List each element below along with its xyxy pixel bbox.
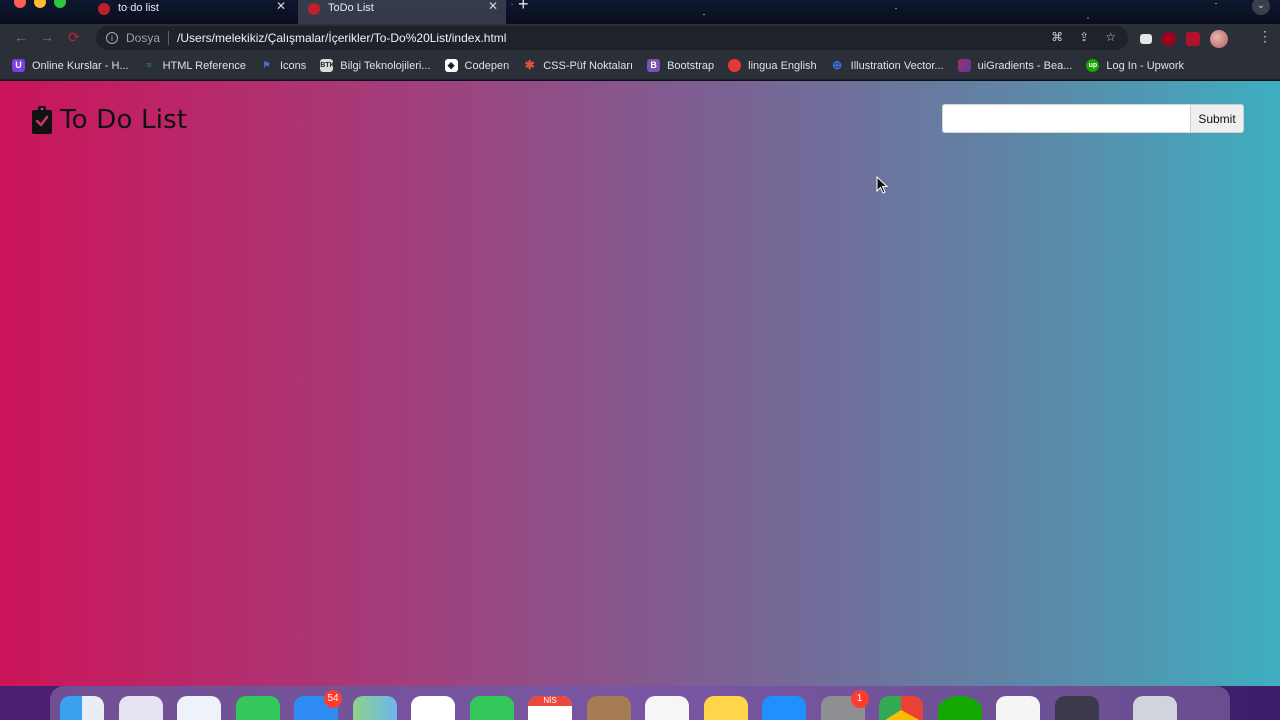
bookmark-item[interactable]: ✱ CSS-Püf Noktaları	[523, 59, 633, 72]
address-actions: ⌘ ⇪ ☆	[1051, 30, 1116, 44]
mail-badge: 54	[324, 690, 342, 708]
bookmark-item[interactable]: up Log In - Upwork	[1086, 59, 1184, 72]
messages-icon[interactable]	[235, 696, 280, 720]
tab-label: ToDo List	[328, 2, 374, 14]
address-bar[interactable]: i Dosya /Users/melekikiz/Çalışmalar/İçer…	[96, 26, 1128, 50]
notes-icon[interactable]	[703, 696, 748, 720]
page-title: To Do List	[60, 105, 188, 135]
bookmarks-bar: U Online Kurslar - H... ≈ HTML Reference…	[0, 52, 1280, 80]
bookmark-star-icon[interactable]: ☆	[1105, 30, 1116, 44]
mail-icon[interactable]: 54	[294, 690, 342, 720]
bookmark-item[interactable]: lingua English	[728, 59, 817, 72]
upwork-app-icon[interactable]	[937, 696, 982, 720]
photos-icon[interactable]	[411, 696, 455, 720]
bookmark-item[interactable]: ⊕ Illustration Vector...	[831, 58, 944, 72]
bookmark-label: lingua English	[748, 59, 817, 72]
trash-icon[interactable]	[1133, 696, 1177, 720]
address-url[interactable]: /Users/melekikiz/Çalışmalar/İçerikler/To…	[177, 31, 506, 45]
close-window-button[interactable]	[14, 0, 26, 8]
upwork-icon: up	[1086, 59, 1100, 72]
profile-avatar[interactable]	[1210, 30, 1228, 48]
back-arrow-icon[interactable]: ←	[14, 29, 28, 45]
bookmark-label: Illustration Vector...	[850, 59, 944, 72]
globe-icon: ⊕	[832, 58, 843, 72]
screen-recorder-icon[interactable]	[1054, 696, 1099, 720]
bookmark-label: Codepen	[464, 59, 510, 72]
window-controls	[14, 0, 66, 8]
flag-icon: ⚑	[262, 60, 271, 70]
macos-dock: 54 NİS 1	[50, 686, 1230, 720]
close-tab-icon[interactable]: ✕	[488, 0, 498, 13]
mouse-pointer-icon	[876, 176, 888, 194]
udemy-icon: U	[12, 59, 25, 72]
new-tab-plus-icon[interactable]: +	[518, 0, 529, 15]
vscode-icon[interactable]	[996, 696, 1040, 720]
extensions-area	[1140, 30, 1228, 48]
calendar-icon[interactable]: NİS	[528, 696, 572, 720]
bookmark-label: Online Kurslar - H...	[32, 59, 129, 72]
bookmark-item[interactable]: ⚑ Icons	[260, 59, 306, 72]
bookmark-item[interactable]: U Online Kurslar - H...	[12, 59, 129, 72]
bootstrap-icon: B	[647, 59, 661, 72]
bookmark-item[interactable]: B Bootstrap	[647, 59, 714, 72]
system-settings-icon[interactable]: 1	[820, 690, 869, 720]
tab-todo-list-active[interactable]: ToDo List ✕	[298, 0, 506, 24]
page-viewport: To Do List Submit	[0, 81, 1280, 686]
asterisk-icon: ✱	[524, 58, 535, 72]
close-tab-icon[interactable]: ✕	[276, 0, 286, 13]
forward-arrow-icon[interactable]: →	[40, 29, 54, 45]
info-icon[interactable]: i	[106, 32, 118, 44]
bookmark-label: uiGradients - Bea...	[977, 59, 1073, 72]
bookmark-label: CSS-Püf Noktaları	[543, 59, 634, 72]
minimize-window-button[interactable]	[34, 0, 46, 8]
extension-red-icon[interactable]	[1186, 32, 1200, 46]
maps-icon[interactable]	[352, 696, 397, 720]
chrome-icon[interactable]	[879, 696, 923, 720]
bookmark-label: HTML Reference	[162, 59, 246, 72]
bookmark-label: Bilgi Teknolojileri...	[340, 59, 431, 72]
finder-icon[interactable]	[60, 696, 104, 720]
translate-icon[interactable]: ⌘	[1051, 30, 1063, 44]
btk-icon: BTK	[320, 59, 335, 72]
todo-form: Submit	[942, 104, 1244, 133]
settings-badge: 1	[850, 690, 869, 708]
app-header: To Do List	[32, 105, 187, 135]
menu-kebab-icon[interactable]: ⋮	[1258, 28, 1272, 45]
tab-label: to do list	[118, 2, 159, 14]
tab-favicon-icon	[308, 3, 320, 15]
extension-record-icon[interactable]	[1162, 32, 1176, 46]
bookmark-label: Log In - Upwork	[1106, 59, 1185, 72]
bookmark-label: Icons	[279, 59, 307, 72]
tab-to-do-list[interactable]: to do list ✕	[88, 0, 294, 24]
extension-eraser-icon[interactable]	[1140, 34, 1152, 44]
facetime-icon[interactable]	[469, 696, 514, 720]
bookmark-item[interactable]: ◈ Codepen	[444, 59, 510, 72]
address-divider	[168, 31, 170, 45]
wave-icon: ≈	[146, 60, 152, 70]
share-icon[interactable]: ⇪	[1079, 30, 1089, 44]
contacts-icon[interactable]	[586, 696, 631, 720]
gradient-icon	[957, 59, 971, 72]
launchpad-icon[interactable]	[118, 696, 163, 720]
chat-icon	[728, 59, 742, 72]
codepen-icon: ◈	[444, 59, 458, 72]
tab-strip: to do list ✕ ToDo List ✕ + ⌄	[0, 0, 1280, 24]
zoom-window-button[interactable]	[54, 0, 66, 8]
bookmark-item[interactable]: BTK Bilgi Teknolojileri...	[320, 59, 431, 72]
bookmark-label: Bootstrap	[667, 59, 715, 72]
clipboard-check-icon	[32, 106, 52, 134]
tab-favicon-icon	[98, 3, 110, 15]
safari-icon[interactable]	[177, 696, 221, 720]
reminders-icon[interactable]	[645, 696, 689, 720]
app-store-icon[interactable]	[762, 696, 806, 720]
address-scheme-label: Dosya	[126, 31, 161, 45]
bookmark-item[interactable]: uiGradients - Bea...	[957, 59, 1073, 72]
tab-search-chevron-icon[interactable]: ⌄	[1252, 0, 1270, 15]
submit-button[interactable]: Submit	[1190, 104, 1244, 133]
bookmark-item[interactable]: ≈ HTML Reference	[143, 59, 246, 72]
reload-icon[interactable]: ⟳	[68, 29, 80, 46]
calendar-month: NİS	[528, 696, 572, 706]
todo-input[interactable]	[942, 104, 1190, 133]
browser-toolbar: ← → ⟳ i Dosya /Users/melekikiz/Çalışmala…	[0, 24, 1280, 52]
